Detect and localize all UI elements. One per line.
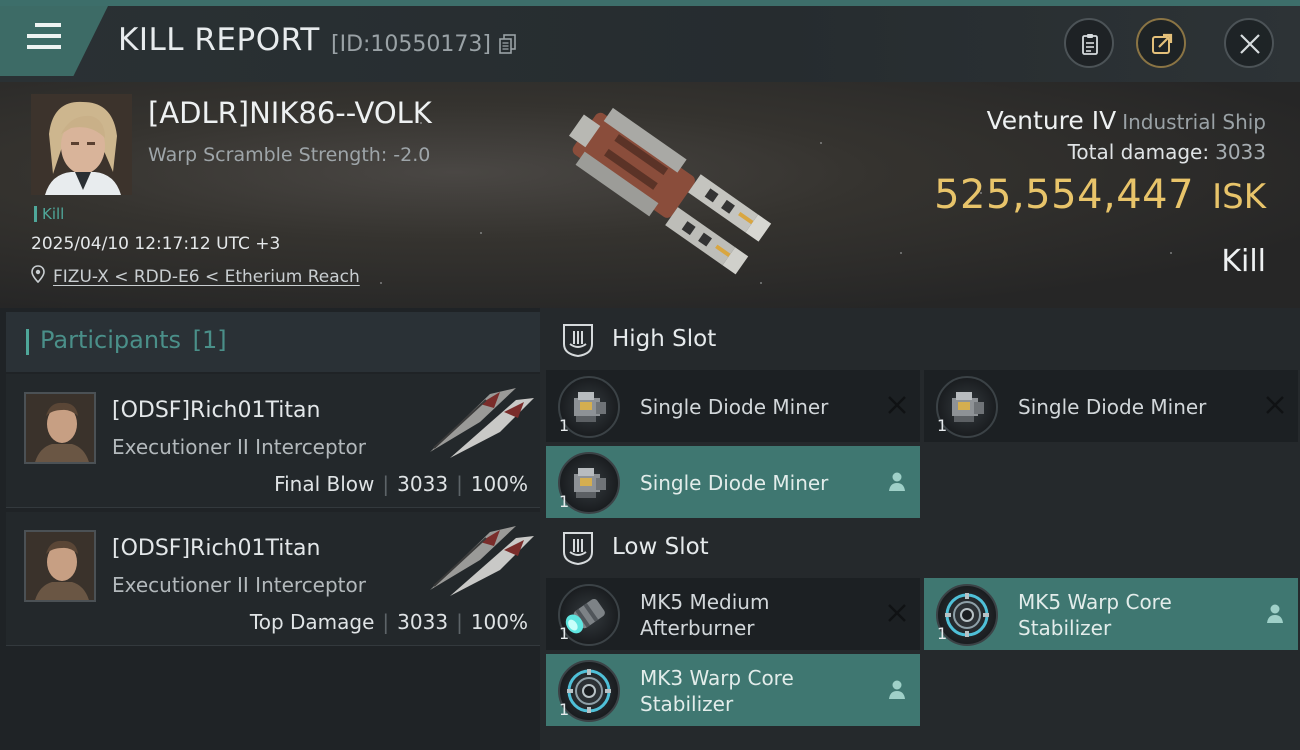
participant-stats: Top Damage | 3033 | 100% xyxy=(249,610,528,634)
module-name: MK3 Warp Core Stabilizer xyxy=(640,665,794,717)
clipboard-icon xyxy=(1082,34,1098,55)
participant-avatar[interactable] xyxy=(24,530,96,602)
share-button[interactable] xyxy=(1136,18,1186,68)
participant-row[interactable]: [ODSF]Rich01Titan Executioner II Interce… xyxy=(6,512,540,646)
page-title: KILL REPORT xyxy=(118,22,320,58)
module-name-line: MK5 Warp Core xyxy=(1018,590,1172,614)
participant-role: Top Damage xyxy=(249,610,375,634)
module-quantity: 1 xyxy=(559,416,570,435)
participant-ship-image xyxy=(430,526,534,596)
report-id: [ID:10550173] xyxy=(331,32,491,57)
kill-tag: Kill xyxy=(34,206,64,222)
menu-button[interactable] xyxy=(0,6,108,76)
module-name: Single Diode Miner xyxy=(640,395,829,419)
module-quantity: 1 xyxy=(559,700,570,719)
participant-damage: 3033 xyxy=(397,610,449,634)
module-name: MK5 Warp Core Stabilizer xyxy=(1018,589,1172,641)
location-link[interactable]: FIZU-X < RDD-E6 < Etherium Reach xyxy=(53,267,360,287)
module-slot[interactable]: 1 MK5 Warp Core Stabilizer xyxy=(924,578,1298,650)
dropped-person-icon xyxy=(889,472,905,491)
participant-name[interactable]: [ODSF]Rich01Titan xyxy=(112,536,320,561)
module-quantity: 1 xyxy=(559,492,570,511)
participant-ship: Executioner II Interceptor xyxy=(112,435,366,459)
participants-count: [1] xyxy=(192,326,227,354)
module-slot[interactable]: 1 Single Diode Miner xyxy=(924,370,1298,442)
module-name-line: Stabilizer xyxy=(640,692,734,716)
dropped-person-icon xyxy=(889,680,905,699)
isk-value-row: 525,554,447 ISK xyxy=(934,172,1266,218)
share-icon xyxy=(1152,33,1173,54)
dropped-person-icon xyxy=(1267,604,1283,623)
module-name: Single Diode Miner xyxy=(640,471,829,495)
module-name-line: Afterburner xyxy=(640,616,755,640)
victim-portrait[interactable] xyxy=(31,94,132,195)
close-icon xyxy=(1240,34,1260,54)
destroyed-x-icon xyxy=(888,396,906,414)
header-bar: KILL REPORT [ID:10550173] xyxy=(0,6,1300,82)
kill-datetime: 2025/04/10 12:17:12 UTC +3 xyxy=(31,234,281,254)
close-button[interactable] xyxy=(1224,18,1274,68)
total-damage-label: Total damage: xyxy=(1067,140,1210,164)
total-damage: Total damage: 3033 xyxy=(1068,140,1266,164)
high-slot-label: High Slot xyxy=(612,326,717,352)
low-slot-label: Low Slot xyxy=(612,534,709,560)
victim-banner: [ADLR]NIK86--VOLK Warp Scramble Strength… xyxy=(0,82,1300,308)
isk-value: 525,554,447 xyxy=(934,172,1195,218)
module-quantity: 1 xyxy=(559,624,570,643)
participant-stats: Final Blow | 3033 | 100% xyxy=(274,472,528,496)
participants-panel: Participants [1] [ODSF]Rich01Titan Execu… xyxy=(0,308,540,750)
module-quantity: 1 xyxy=(937,624,948,643)
participant-name[interactable]: [ODSF]Rich01Titan xyxy=(112,398,320,423)
module-slot[interactable]: 1 MK5 Medium Afterburner xyxy=(546,578,920,650)
participant-percent: 100% xyxy=(470,472,528,496)
module-slot[interactable]: 1 Single Diode Miner xyxy=(546,446,920,518)
victim-ship-name[interactable]: Venture IV Industrial Ship xyxy=(987,106,1266,135)
victim-ship-image[interactable] xyxy=(520,88,790,304)
participant-role: Final Blow xyxy=(274,472,375,496)
module-name-line: MK3 Warp Core xyxy=(640,666,794,690)
participant-ship: Executioner II Interceptor xyxy=(112,573,366,597)
kill-result: Kill xyxy=(1221,244,1266,279)
participants-header[interactable]: Participants [1] xyxy=(6,312,540,372)
module-quantity: 1 xyxy=(937,416,948,435)
menu-icon xyxy=(27,23,61,51)
ship-class-text: Industrial Ship xyxy=(1122,110,1266,134)
module-name: MK5 Medium Afterburner xyxy=(640,589,769,641)
participant-percent: 100% xyxy=(470,610,528,634)
warp-scramble-strength: Warp Scramble Strength: -2.0 xyxy=(148,144,431,166)
participant-ship-image xyxy=(430,388,534,458)
module-name: Single Diode Miner xyxy=(1018,395,1207,419)
module-slot[interactable]: 1 Single Diode Miner xyxy=(546,370,920,442)
destroyed-x-icon xyxy=(888,604,906,622)
clipboard-button[interactable] xyxy=(1064,18,1114,68)
module-name-line: Stabilizer xyxy=(1018,616,1112,640)
location-pin-icon xyxy=(31,265,45,283)
module-slot[interactable]: 1 MK3 Warp Core Stabilizer xyxy=(546,654,920,726)
low-slot-icon xyxy=(563,532,593,566)
participant-row[interactable]: [ODSF]Rich01Titan Executioner II Interce… xyxy=(6,374,540,508)
fitting-panel: High Slot 1 Single Diode Miner 1 Single … xyxy=(540,308,1300,750)
participant-avatar[interactable] xyxy=(24,392,96,464)
destroyed-x-icon xyxy=(1266,396,1284,414)
isk-unit: ISK xyxy=(1212,177,1266,217)
high-slot-icon xyxy=(563,324,593,358)
module-name-line: MK5 Medium xyxy=(640,590,770,614)
copy-icon[interactable] xyxy=(499,34,517,54)
total-damage-value: 3033 xyxy=(1215,140,1266,164)
participants-heading: Participants xyxy=(40,326,181,354)
victim-name[interactable]: [ADLR]NIK86--VOLK xyxy=(148,96,432,130)
ship-name-text: Venture IV xyxy=(986,106,1117,135)
participant-damage: 3033 xyxy=(397,472,449,496)
